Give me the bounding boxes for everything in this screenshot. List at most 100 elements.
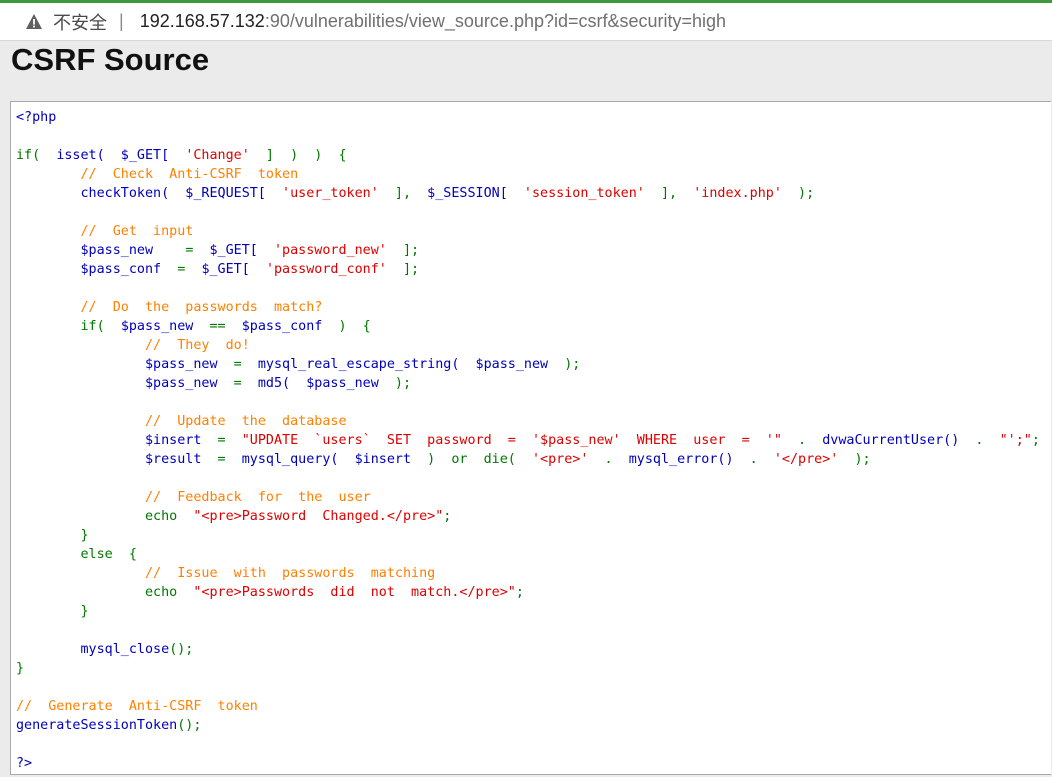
code-token-keyword: =	[177, 262, 202, 277]
code-token-keyword: .	[588, 452, 629, 467]
code-token-keyword: if(	[16, 148, 57, 163]
code-token-comment: // Issue with passwords matching	[16, 566, 436, 581]
code-line: if( $pass_new == $pass_conf ) {	[16, 317, 1040, 336]
code-token-string: "<pre>Passwords did not match.</pre>"	[193, 585, 516, 600]
url-text[interactable]: 192.168.57.132:90/vulnerabilities/view_s…	[140, 11, 726, 32]
code-line: $result = mysql_query( $insert ) or die(…	[16, 450, 1040, 469]
address-separator: |	[119, 11, 124, 31]
code-token-keyword: }	[16, 604, 89, 619]
code-token-string: 'session_token'	[523, 186, 645, 201]
code-line: // Check Anti-CSRF token	[16, 165, 1040, 184]
warning-icon[interactable]	[25, 13, 43, 31]
code-token-default: isset( $_GET[	[56, 148, 186, 163]
page-title: CSRF Source	[11, 42, 210, 77]
code-token-default: $pass_conf	[16, 262, 178, 277]
code-line: $insert = "UPDATE `users` SET password =…	[16, 431, 1040, 450]
code-token-comment: // They do!	[16, 338, 250, 353]
code-token-string: 'user_token'	[282, 186, 379, 201]
code-line: // Feedback for the user	[16, 488, 1040, 507]
url-path: :90/vulnerabilities/view_source.php?id=c…	[264, 11, 727, 31]
code-token-keyword: =	[233, 376, 258, 391]
code-token-keyword: ];	[386, 243, 420, 258]
code-token-keyword: =	[217, 452, 242, 467]
code-token-default: mysql_query( $insert	[241, 452, 428, 467]
security-label[interactable]: 不安全	[53, 9, 107, 35]
code-token-string: "<pre>Password Changed.</pre>"	[193, 509, 444, 524]
code-token-default: $pass_conf	[241, 319, 339, 334]
code-token-default: $pass_new	[16, 357, 234, 372]
code-token-default: $result	[16, 452, 218, 467]
code-token-keyword: }	[16, 661, 25, 676]
code-line: generateSessionToken();	[16, 716, 1040, 735]
code-line: $pass_conf = $_GET[ 'password_conf' ];	[16, 260, 1040, 279]
address-bar[interactable]: 不安全 | 192.168.57.132:90/vulnerabilities/…	[0, 3, 1052, 41]
code-token-string: 'password_new'	[274, 243, 387, 258]
source-code-box: <?php if( isset( $_GET[ 'Change' ] ) ) {…	[10, 101, 1051, 775]
code-token-default: $pass_new	[16, 376, 234, 391]
code-token-keyword: else {	[16, 547, 137, 562]
code-line: }	[16, 526, 1040, 545]
code-token-default: mysql_close	[16, 642, 170, 657]
code-token-default: checkToken( $_REQUEST[	[16, 186, 283, 201]
code-token-keyword: ) {	[338, 319, 371, 334]
code-token-keyword: }	[16, 528, 89, 543]
code-line: // Do the passwords match?	[16, 298, 1040, 317]
code-token-default: ?>	[16, 756, 33, 771]
code-token-default: $_GET[	[201, 262, 266, 277]
code-token-keyword: ],	[378, 186, 428, 201]
code-token-keyword: ] ) ) {	[249, 148, 347, 163]
code-token-string: '</pre>'	[773, 452, 839, 467]
code-token-keyword: if(	[16, 319, 121, 334]
code-line: // They do!	[16, 336, 1040, 355]
code-line: mysql_close();	[16, 640, 1040, 659]
code-token-string: '<pre>'	[531, 452, 589, 467]
code-token-default: $insert	[16, 433, 218, 448]
code-token-keyword: echo	[16, 585, 194, 600]
code-token-default: dvwaCurrentUser()	[822, 433, 976, 448]
code-token-string: 'password_conf'	[265, 262, 387, 277]
code-token-keyword: ;	[1031, 433, 1040, 448]
code-token-default: generateSessionToken	[16, 718, 178, 733]
code-token-default: $pass_new	[120, 319, 210, 334]
code-line: ?>	[16, 754, 1040, 773]
code-token-default: mysql_real_escape_string( $pass_new	[257, 357, 565, 372]
code-token-string: "';"	[999, 433, 1032, 448]
code-line: // Get input	[16, 222, 1040, 241]
code-token-keyword: ];	[386, 262, 420, 277]
code-line: <?php	[16, 108, 1040, 127]
code-token-keyword: ;	[515, 585, 524, 600]
code-token-comment: // Feedback for the user	[16, 490, 371, 505]
code-token-keyword: ();	[177, 718, 202, 733]
code-line: // Issue with passwords matching	[16, 564, 1040, 583]
code-line: echo "<pre>Password Changed.</pre>";	[16, 507, 1040, 526]
code-token-keyword: );	[781, 186, 815, 201]
code-line: echo "<pre>Passwords did not match.</pre…	[16, 583, 1040, 602]
code-token-comment: // Get input	[16, 224, 194, 239]
code-token-comment: // Update the database	[16, 414, 347, 429]
code-token-keyword: );	[564, 357, 581, 372]
code-line: $pass_new = mysql_real_escape_string( $p…	[16, 355, 1040, 374]
code-token-default: $pass_new	[16, 243, 186, 258]
code-token-keyword: ],	[644, 186, 694, 201]
code-token-default: <?php	[16, 110, 57, 125]
code-line: checkToken( $_REQUEST[ 'user_token' ], $…	[16, 184, 1040, 203]
code-line: // Generate Anti-CSRF token	[16, 697, 1040, 716]
code-token-comment: // Check Anti-CSRF token	[16, 167, 299, 182]
code-token-default: md5( $pass_new	[257, 376, 395, 391]
code-token-keyword: .	[781, 433, 823, 448]
code-line: else {	[16, 545, 1040, 564]
php-source-code: <?php if( isset( $_GET[ 'Change' ] ) ) {…	[16, 108, 1040, 773]
url-host: 192.168.57.132	[139, 11, 265, 31]
code-token-default: $_GET[	[209, 243, 274, 258]
code-token-comment: // Do the passwords match?	[16, 300, 323, 315]
code-token-keyword: );	[838, 452, 871, 467]
code-token-default: $_SESSION[	[427, 186, 524, 201]
code-line: $pass_new = md5( $pass_new );	[16, 374, 1040, 393]
